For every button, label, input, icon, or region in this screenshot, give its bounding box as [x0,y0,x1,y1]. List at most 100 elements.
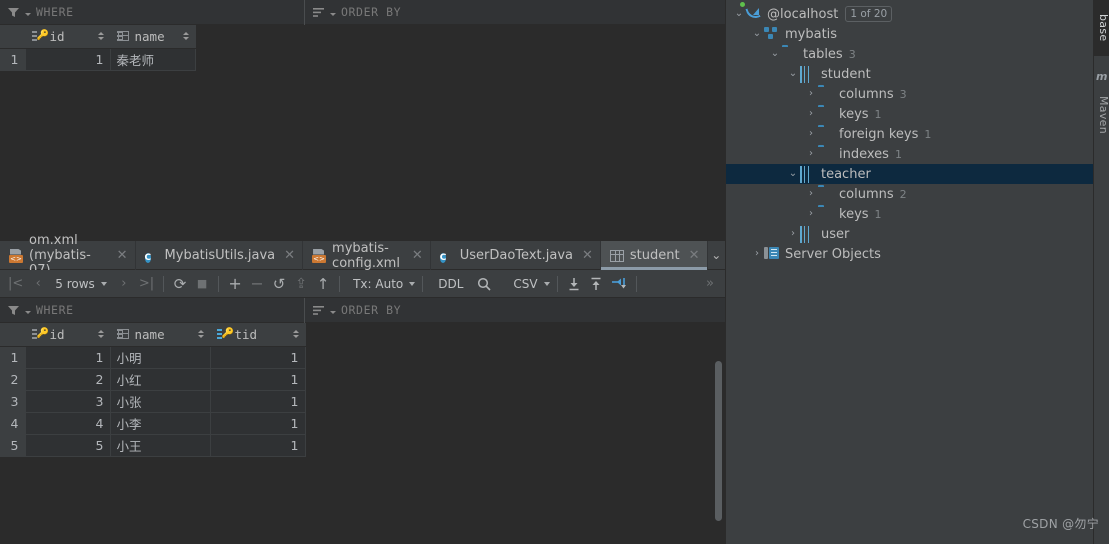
tab-overflow-chevron-down-icon[interactable]: ⌄ [708,241,726,269]
transaction-mode-selector[interactable]: Tx: Auto [345,272,417,296]
tree-node-keys[interactable]: › keys 1 [726,104,1093,124]
cell-tid[interactable]: 1 [210,346,306,369]
grid-vertical-scrollbar[interactable] [715,349,722,544]
tree-node-foreign-keys[interactable]: › foreign keys 1 [726,124,1093,144]
csv-format-selector[interactable]: CSV [505,272,551,296]
table-row[interactable]: 4 4 小李 1 [0,412,725,435]
tree-node-mybatis[interactable]: ⌄ mybatis [726,24,1093,44]
tree-node-student[interactable]: ⌄ student [726,64,1093,84]
tab-student[interactable]: student ✕ [600,241,708,270]
cell-tid[interactable]: 1 [210,390,306,413]
table-row[interactable]: 1 1 小明 1 [0,346,725,369]
chevron-right-icon[interactable]: › [804,144,818,164]
rows-count-selector[interactable]: 5 rows [49,272,107,296]
chevron-right-icon[interactable]: › [804,84,818,104]
close-icon[interactable]: ✕ [117,248,128,263]
database-tool-window-button[interactable]: base [1094,0,1109,56]
cell-tid[interactable]: 1 [210,368,306,391]
tree-node-keys[interactable]: › keys 1 [726,204,1093,224]
tree-node-server-objects[interactable]: › Server Objects [726,244,1093,264]
ddl-button[interactable]: DDL [428,272,473,296]
close-icon[interactable]: ✕ [284,248,295,263]
sort-toggle-icon[interactable] [97,330,104,339]
sort-toggle-icon[interactable] [197,330,204,339]
tab-userdaotext-java[interactable]: C UserDaoText.java ✕ [431,241,601,270]
first-page-button[interactable]: |< [4,272,27,296]
top-orderby-filter[interactable]: ORDER BY [305,0,409,25]
cell-tid[interactable]: 1 [210,434,306,457]
cell-name[interactable]: 小明 [110,346,211,369]
student-result-grid[interactable]: 🔑 id name 🔑 tid 1 1 小明 1 2 2 小红 1 3 3 小张… [0,323,725,544]
sort-toggle-icon[interactable] [182,32,189,41]
tree-node-columns[interactable]: › columns 3 [726,84,1093,104]
submit-button[interactable]: ⇪ [290,272,312,296]
previous-page-button[interactable]: ‹ [27,272,49,296]
student-result-table[interactable]: 🔑 id name 🔑 tid 1 1 小明 1 2 2 小红 1 3 3 小张… [0,323,725,457]
cell-id[interactable]: 5 [25,434,111,457]
sort-toggle-icon[interactable] [97,32,104,41]
close-icon[interactable]: ✕ [689,248,700,263]
import-data-button[interactable] [585,272,607,296]
column-header-name[interactable]: name [110,25,196,49]
chevron-down-icon[interactable]: ⌄ [786,164,800,184]
database-tree[interactable]: ⌄ @localhost 1 of 20 ⌄ mybatis ⌄ tables 3 ⌄ stude… [726,0,1093,264]
maven-tool-window-button[interactable]: Maven [1094,86,1109,144]
tab-pom-xml[interactable]: <> om.xml (mybatis-07) ✕ [0,233,136,278]
toolbar-overflow-button[interactable]: » [699,272,721,296]
export-data-button[interactable] [563,272,585,296]
cell-name[interactable]: 秦老师 [110,48,196,71]
reload-button[interactable]: ⟳ [169,272,191,296]
chevron-right-icon[interactable]: › [786,224,800,244]
search-icon[interactable] [473,272,495,296]
chevron-right-icon[interactable]: › [804,124,818,144]
chevron-down-icon[interactable]: ⌄ [750,24,764,44]
chevron-right-icon[interactable]: › [804,184,818,204]
stop-button[interactable]: ■ [191,272,213,296]
cell-name[interactable]: 小红 [110,368,211,391]
tree-node-localhost[interactable]: ⌄ @localhost 1 of 20 [726,2,1093,24]
column-header-name[interactable]: name [110,323,211,347]
scrollbar-thumb[interactable] [715,361,722,521]
cell-tid[interactable]: 1 [210,412,306,435]
teacher-result-table[interactable]: 🔑 id name 1 1 秦老师 [0,25,725,71]
cell-id[interactable]: 3 [25,390,111,413]
table-row[interactable]: 5 5 小王 1 [0,434,725,457]
table-row[interactable]: 3 3 小张 1 [0,390,725,413]
last-page-button[interactable]: >| [135,272,158,296]
cell-id[interactable]: 1 [25,346,111,369]
chevron-down-icon[interactable]: ⌄ [732,4,746,24]
tree-node-tables[interactable]: ⌄ tables 3 [726,44,1093,64]
chevron-right-icon[interactable]: › [804,204,818,224]
column-header-id[interactable]: 🔑 id [25,25,111,49]
next-page-button[interactable]: › [113,272,135,296]
chevron-down-icon[interactable]: ⌄ [768,44,782,64]
cell-id[interactable]: 2 [25,368,111,391]
tree-node-teacher[interactable]: ⌄ teacher [726,164,1093,184]
revert-button[interactable]: ↺ [268,272,290,296]
cell-name[interactable]: 小李 [110,412,211,435]
table-row[interactable]: 2 2 小红 1 [0,368,725,391]
chevron-right-icon[interactable]: › [804,104,818,124]
chevron-down-icon[interactable]: ⌄ [786,64,800,84]
top-result-grid[interactable]: 🔑 id name 1 1 秦老师 [0,25,725,241]
lower-where-filter[interactable]: WHERE [0,297,305,323]
tree-node-indexes[interactable]: › indexes 1 [726,144,1093,164]
delete-row-button[interactable]: − [246,272,268,296]
tab-mybatisutils-java[interactable]: C MybatisUtils.java ✕ [136,241,304,270]
upload-button[interactable]: ↑ [312,272,334,296]
cell-name[interactable]: 小张 [110,390,211,413]
tree-node-columns[interactable]: › columns 2 [726,184,1093,204]
sort-toggle-icon[interactable] [292,330,299,339]
column-header-tid[interactable]: 🔑 tid [210,323,306,347]
cell-name[interactable]: 小王 [110,434,211,457]
lower-orderby-filter[interactable]: ORDER BY [305,298,409,323]
add-row-button[interactable]: + [224,272,246,296]
column-header-id[interactable]: 🔑 id [25,323,111,347]
close-icon[interactable]: ✕ [412,248,423,263]
cell-id[interactable]: 1 [25,48,111,71]
chevron-right-icon[interactable]: › [750,244,764,264]
tree-node-user[interactable]: › user [726,224,1093,244]
table-row[interactable]: 1 1 秦老师 [0,48,725,71]
compare-button[interactable] [607,272,631,296]
tab-mybatis-config-xml[interactable]: <> mybatis-config.xml ✕ [303,241,431,271]
